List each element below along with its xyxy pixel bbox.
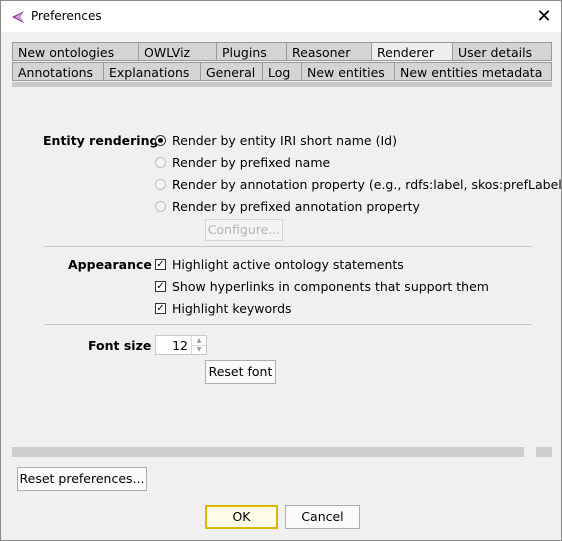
render-iri-short-name-radio[interactable]: Render by entity IRI short name (Id) <box>155 133 397 148</box>
tab-plugins[interactable]: Plugins <box>216 42 286 61</box>
tab-annotations[interactable]: Annotations <box>12 62 103 81</box>
reset-preferences-button[interactable]: Reset preferences... <box>17 467 147 491</box>
font-size-value: 12 <box>172 338 188 353</box>
render-prefixed-name-radio[interactable]: Render by prefixed name <box>155 155 330 170</box>
radio-unselected-icon <box>155 157 166 168</box>
tab-new-entities-metadata[interactable]: New entities metadata <box>394 62 552 81</box>
radio-unselected-icon <box>155 201 166 212</box>
radio-selected-icon <box>155 135 166 146</box>
tab-log[interactable]: Log <box>262 62 301 81</box>
scrollbar-corner <box>536 447 552 457</box>
tab-row-2: Annotations Explanations General Log New… <box>12 62 552 82</box>
radio-label: Render by prefixed name <box>172 155 331 170</box>
tab-row-1: New ontologies OWLViz Plugins Reasoner R… <box>12 42 552 62</box>
checkmark-icon: ✓ <box>155 281 166 292</box>
separator <box>44 246 532 247</box>
appearance-label: Appearance <box>68 257 152 272</box>
font-size-spinner[interactable]: 12 ▲ ▼ <box>155 335 207 355</box>
radio-label: Render by prefixed annotation property <box>172 199 420 214</box>
render-annotation-property-radio[interactable]: Render by annotation property (e.g., rdf… <box>155 177 562 192</box>
preference-tabs: New ontologies OWLViz Plugins Reasoner R… <box>12 42 552 82</box>
checkbox-label: Highlight active ontology statements <box>172 257 404 272</box>
tab-explanations[interactable]: Explanations <box>103 62 200 81</box>
title-bar: Preferences ✕ <box>1 1 561 32</box>
reset-font-button[interactable]: Reset font <box>205 360 276 384</box>
checkbox-label: Highlight keywords <box>172 301 292 316</box>
tab-user-details[interactable]: User details <box>452 42 552 61</box>
tab-owlviz[interactable]: OWLViz <box>138 42 216 61</box>
preferences-window: Preferences ✕ New ontologies OWLViz Plug… <box>0 0 562 541</box>
ok-button[interactable]: OK <box>205 505 278 529</box>
tab-new-entities[interactable]: New entities <box>301 62 394 81</box>
highlight-keywords-checkbox[interactable]: ✓ Highlight keywords <box>155 301 292 316</box>
separator <box>44 324 532 325</box>
checkmark-icon: ✓ <box>155 259 166 270</box>
window-title: Preferences <box>31 9 102 23</box>
radio-unselected-icon <box>155 179 166 190</box>
cancel-button[interactable]: Cancel <box>285 505 360 529</box>
spin-down-icon[interactable]: ▼ <box>191 345 206 354</box>
checkmark-icon: ✓ <box>155 303 166 314</box>
highlight-active-ontology-checkbox[interactable]: ✓ Highlight active ontology statements <box>155 257 404 272</box>
tab-general[interactable]: General <box>200 62 262 81</box>
close-icon[interactable]: ✕ <box>527 1 561 32</box>
radio-label: Render by annotation property (e.g., rdf… <box>172 177 562 192</box>
tab-new-ontologies[interactable]: New ontologies <box>12 42 138 61</box>
tab-renderer[interactable]: Renderer <box>371 42 452 61</box>
font-size-label: Font size <box>88 338 152 353</box>
radio-label: Render by entity IRI short name (Id) <box>172 133 397 148</box>
protege-app-icon <box>12 11 24 23</box>
tab-panel-top-edge <box>12 82 552 87</box>
tab-reasoner[interactable]: Reasoner <box>286 42 371 61</box>
show-hyperlinks-checkbox[interactable]: ✓ Show hyperlinks in components that sup… <box>155 279 489 294</box>
horizontal-scrollbar[interactable] <box>12 447 524 457</box>
checkbox-label: Show hyperlinks in components that suppo… <box>172 279 489 294</box>
render-prefixed-annotation-property-radio[interactable]: Render by prefixed annotation property <box>155 199 420 214</box>
configure-button[interactable]: Configure... <box>205 219 283 241</box>
entity-rendering-label: Entity rendering <box>43 133 159 148</box>
